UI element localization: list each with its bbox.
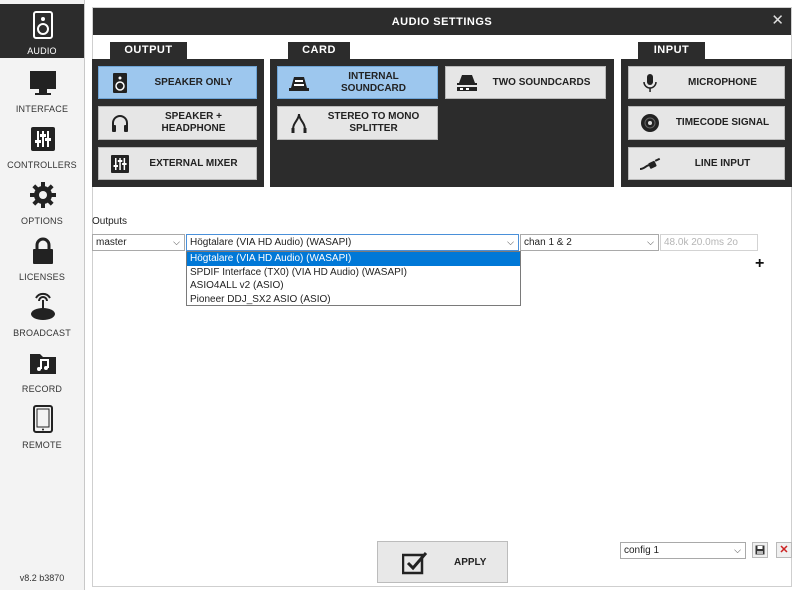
- outputs-label: Outputs: [92, 216, 128, 227]
- output-channel-value: master: [96, 237, 127, 248]
- speaker-icon: [33, 11, 53, 39]
- option-label: SPEAKER ONLY: [154, 76, 233, 88]
- music-folder-icon: [30, 354, 56, 374]
- two-soundcards-icon: [457, 74, 477, 91]
- apply-label: APPLY: [454, 557, 487, 568]
- two-soundcards-button[interactable]: TWO SOUNDCARDS: [445, 66, 606, 99]
- version-label: v8.2 b3870: [19, 573, 65, 583]
- config-select[interactable]: config 1 ⌵: [620, 542, 746, 559]
- output-channels-select[interactable]: chan 1 & 2 ⌵: [520, 234, 659, 251]
- output-device-select[interactable]: Högtalare (VIA HD Audio) (WASAPI) ⌵: [186, 234, 519, 251]
- mixer-sliders-icon: [31, 127, 55, 151]
- config-value: config 1: [624, 545, 660, 556]
- sidebar-item-label: OPTIONS: [21, 216, 63, 226]
- sidebar-item-label: LICENSES: [18, 272, 66, 282]
- sidebar-item-record[interactable]: RECORD: [0, 342, 84, 396]
- external-mixer-button[interactable]: EXTERNAL MIXER: [98, 147, 257, 180]
- sidebar: AUDIO INTERFACE CONTROLLERS OPTIONS LICE…: [0, 0, 85, 590]
- sidebar-item-label: INTERFACE: [15, 104, 69, 114]
- option-label: INTERNAL SOUNDCARD: [341, 70, 406, 94]
- window-title: AUDIO SETTINGS: [391, 16, 493, 28]
- sidebar-item-licenses[interactable]: LICENSES: [0, 230, 84, 284]
- sidebar-item-remote[interactable]: REMOTE: [0, 398, 84, 452]
- gear-icon: [30, 182, 56, 208]
- audio-format-status: 48.0k 20.0ms 2o: [660, 234, 758, 251]
- dropdown-option[interactable]: ASIO4ALL v2 (ASIO): [187, 279, 520, 293]
- vinyl-icon: [641, 114, 659, 132]
- chevron-down-icon: ⌵: [507, 237, 514, 247]
- add-output-button[interactable]: +: [755, 256, 764, 272]
- microphone-button[interactable]: MICROPHONE: [628, 66, 785, 99]
- sidebar-item-controllers[interactable]: CONTROLLERS: [0, 118, 84, 172]
- soundcard-icon: [289, 76, 309, 91]
- output-device-value: Högtalare (VIA HD Audio) (WASAPI): [190, 237, 352, 248]
- sidebar-item-interface[interactable]: INTERFACE: [0, 62, 84, 116]
- chevron-down-icon: ⌵: [173, 237, 180, 247]
- option-label: TIMECODE SIGNAL: [675, 117, 770, 128]
- option-label: SPEAKER + HEADPHONE: [161, 111, 226, 134]
- device-dropdown-list: Högtalare (VIA HD Audio) (WASAPI) SPDIF …: [186, 251, 521, 306]
- close-button[interactable]: ✕: [771, 13, 784, 29]
- internal-soundcard-button[interactable]: INTERNAL SOUNDCARD: [277, 66, 438, 99]
- speaker-icon: [113, 72, 127, 93]
- dropdown-option[interactable]: Pioneer DDJ_SX2 ASIO (ASIO): [187, 293, 520, 307]
- line-cable-icon: [639, 157, 661, 170]
- speaker-headphone-button[interactable]: SPEAKER + HEADPHONE: [98, 106, 257, 140]
- option-label: MICROPHONE: [688, 76, 757, 88]
- splitter-cable-icon: [291, 113, 307, 133]
- sidebar-item-label: BROADCAST: [13, 328, 71, 338]
- broadcast-icon: [31, 292, 55, 320]
- title-bar: AUDIO SETTINGS ✕: [93, 8, 791, 35]
- sidebar-item-label: RECORD: [21, 384, 63, 394]
- sidebar-item-options[interactable]: OPTIONS: [0, 174, 84, 228]
- option-label: EXTERNAL MIXER: [149, 157, 238, 169]
- dropdown-option[interactable]: Högtalare (VIA HD Audio) (WASAPI): [187, 252, 520, 266]
- save-icon: [755, 545, 765, 555]
- sidebar-item-label: REMOTE: [22, 440, 62, 450]
- sidebar-item-label: CONTROLLERS: [7, 160, 77, 170]
- input-group-title: INPUT: [638, 42, 705, 60]
- tablet-icon: [33, 405, 53, 433]
- sidebar-item-broadcast[interactable]: BROADCAST: [0, 286, 84, 340]
- lock-icon: [33, 237, 53, 264]
- sidebar-item-label: AUDIO: [27, 46, 57, 56]
- chevron-down-icon: ⌵: [734, 545, 741, 555]
- output-channel-select[interactable]: master ⌵: [92, 234, 185, 251]
- option-label: STEREO TO MONO SPLITTER: [327, 111, 420, 134]
- monitor-icon: [30, 71, 56, 95]
- sidebar-item-audio[interactable]: AUDIO: [0, 4, 84, 58]
- timecode-signal-button[interactable]: TIMECODE SIGNAL: [628, 106, 785, 140]
- checkbox-check-icon: [402, 552, 428, 575]
- save-config-button[interactable]: [752, 542, 768, 558]
- line-input-button[interactable]: LINE INPUT: [628, 147, 785, 180]
- output-group-title: OUTPUT: [110, 42, 187, 60]
- mixer-icon: [111, 154, 129, 173]
- delete-config-button[interactable]: ✕: [776, 542, 792, 558]
- card-group-title: CARD: [288, 42, 350, 60]
- dropdown-option[interactable]: SPDIF Interface (TX0) (VIA HD Audio) (WA…: [187, 266, 520, 280]
- speaker-only-button[interactable]: SPEAKER ONLY: [98, 66, 257, 99]
- option-label: LINE INPUT: [694, 157, 751, 169]
- apply-button[interactable]: APPLY: [377, 541, 508, 583]
- option-label: TWO SOUNDCARDS: [492, 76, 591, 88]
- microphone-icon: [643, 73, 657, 92]
- headphones-icon: [112, 115, 128, 132]
- delete-icon: ✕: [779, 544, 789, 556]
- output-channels-value: chan 1 & 2: [524, 237, 572, 248]
- chevron-down-icon: ⌵: [647, 237, 654, 247]
- stereo-to-mono-splitter-button[interactable]: STEREO TO MONO SPLITTER: [277, 106, 438, 140]
